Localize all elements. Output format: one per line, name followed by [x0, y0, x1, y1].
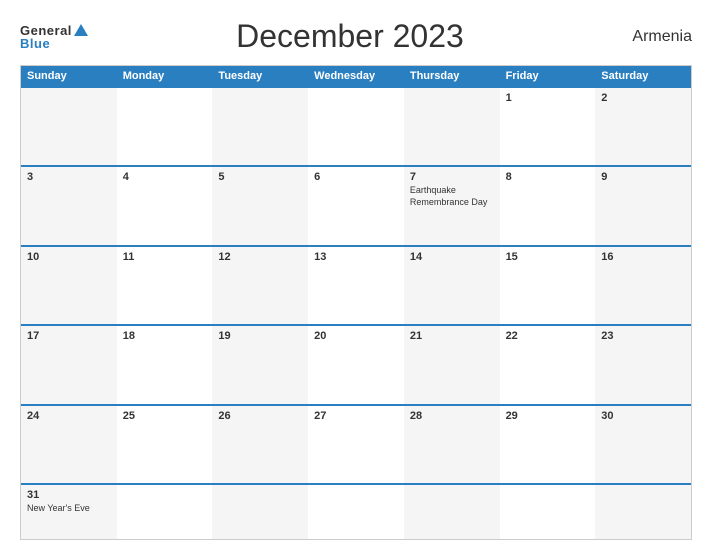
header-thursday: Thursday [404, 66, 500, 86]
cell-w5-wed: 27 [308, 406, 404, 483]
header-wednesday: Wednesday [308, 66, 404, 86]
cell-w5-fri: 29 [500, 406, 596, 483]
cell-w2-sun: 3 [21, 167, 117, 244]
header: General Blue December 2023 Armenia [20, 18, 692, 55]
calendar: Sunday Monday Tuesday Wednesday Thursday… [20, 65, 692, 540]
cell-w6-fri [500, 485, 596, 539]
cell-w2-wed: 6 [308, 167, 404, 244]
logo: General Blue [20, 24, 88, 50]
cell-w4-fri: 22 [500, 326, 596, 403]
cell-w4-sun: 17 [21, 326, 117, 403]
logo-general-text: General [20, 24, 72, 37]
week-1: 1 2 [21, 86, 691, 165]
calendar-header: Sunday Monday Tuesday Wednesday Thursday… [21, 66, 691, 86]
week-2: 3 4 5 6 7 EarthquakeRemembrance Day 8 9 [21, 165, 691, 244]
header-friday: Friday [500, 66, 596, 86]
cell-w5-thu: 28 [404, 406, 500, 483]
cell-w1-mon [117, 88, 213, 165]
cell-w5-mon: 25 [117, 406, 213, 483]
cell-w5-tue: 26 [212, 406, 308, 483]
cell-w5-sat: 30 [595, 406, 691, 483]
cell-w1-wed [308, 88, 404, 165]
cell-w1-thu [404, 88, 500, 165]
cell-w1-sat: 2 [595, 88, 691, 165]
cell-w4-wed: 20 [308, 326, 404, 403]
cell-w2-tue: 5 [212, 167, 308, 244]
page-title: December 2023 [88, 18, 612, 55]
cell-w3-thu: 14 [404, 247, 500, 324]
week-6: 31 New Year's Eve [21, 483, 691, 539]
week-3: 10 11 12 13 14 15 16 [21, 245, 691, 324]
cell-w1-sun [21, 88, 117, 165]
cell-w3-wed: 13 [308, 247, 404, 324]
cell-w3-tue: 12 [212, 247, 308, 324]
cell-w4-thu: 21 [404, 326, 500, 403]
cell-w2-sat: 9 [595, 167, 691, 244]
cell-w6-thu [404, 485, 500, 539]
header-monday: Monday [117, 66, 213, 86]
cell-w6-wed [308, 485, 404, 539]
cell-w2-thu: 7 EarthquakeRemembrance Day [404, 167, 500, 244]
header-tuesday: Tuesday [212, 66, 308, 86]
country-label: Armenia [612, 28, 692, 46]
cell-w1-tue [212, 88, 308, 165]
cell-w1-fri: 1 [500, 88, 596, 165]
week-4: 17 18 19 20 21 22 23 [21, 324, 691, 403]
calendar-body: 1 2 3 4 5 6 7 EarthquakeRemembrance Day … [21, 86, 691, 539]
header-saturday: Saturday [595, 66, 691, 86]
cell-w6-sat [595, 485, 691, 539]
header-sunday: Sunday [21, 66, 117, 86]
cell-w2-mon: 4 [117, 167, 213, 244]
cell-w3-sat: 16 [595, 247, 691, 324]
cell-w6-mon [117, 485, 213, 539]
logo-triangle-icon [74, 24, 88, 36]
cell-w2-fri: 8 [500, 167, 596, 244]
cell-w4-mon: 18 [117, 326, 213, 403]
cell-w5-sun: 24 [21, 406, 117, 483]
cell-w3-fri: 15 [500, 247, 596, 324]
cell-w4-sat: 23 [595, 326, 691, 403]
page: General Blue December 2023 Armenia Sunda… [0, 0, 712, 550]
cell-w4-tue: 19 [212, 326, 308, 403]
cell-w3-sun: 10 [21, 247, 117, 324]
cell-w6-tue [212, 485, 308, 539]
logo-blue-text: Blue [20, 37, 50, 50]
cell-w6-sun: 31 New Year's Eve [21, 485, 117, 539]
cell-w3-mon: 11 [117, 247, 213, 324]
week-5: 24 25 26 27 28 29 30 [21, 404, 691, 483]
